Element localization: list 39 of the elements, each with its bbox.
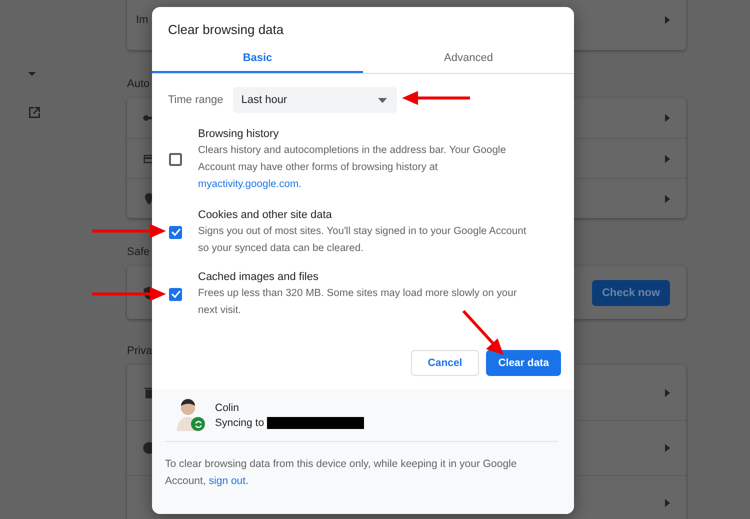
chevron-right-icon <box>665 194 670 202</box>
row-label: Im <box>136 14 148 26</box>
open-in-new-icon <box>28 106 41 119</box>
option-title: Browsing history <box>198 127 280 142</box>
dialog-title: Clear browsing data <box>167 21 285 39</box>
sign-out-link[interactable]: sign out <box>208 475 246 487</box>
chevron-right-icon <box>665 16 670 24</box>
time-range-label: Time range <box>168 94 224 106</box>
option-title: Cookies and other site data <box>198 208 333 223</box>
cancel-button[interactable]: Cancel <box>410 350 480 376</box>
section-heading: Safe <box>127 246 150 258</box>
option-title: Cached images and files <box>198 270 320 285</box>
chevron-right-icon <box>665 499 670 507</box>
option-description: Signs you out of most sites. You'll stay signed in to your Google Account so your synced data can be cleared. <box>198 225 528 256</box>
check-now-button[interactable]: Check now <box>592 280 670 306</box>
caret-down-icon <box>378 98 388 102</box>
tab[interactable]: Basic <box>152 45 363 73</box>
chevron-right-icon <box>665 444 670 452</box>
section-heading: Auto <box>127 78 150 90</box>
option-description: Frees up less than 320 MB. Some sites may load more slowly on your next visit. <box>198 287 518 318</box>
option-description: Clears history and autocompletions in the address bar. Your Google Account may have other forms of browsing history at myactivity.google.com. <box>198 144 507 192</box>
sign-out-note: To clear browsing data from this device only, while keeping it in your Google Account, sign out. <box>165 457 518 489</box>
checkbox[interactable] <box>169 226 182 238</box>
chevron-right-icon <box>665 114 670 122</box>
time-range-dropdown[interactable]: Last hour <box>233 87 398 113</box>
chevron-right-icon <box>665 388 670 396</box>
sync-status: Syncing to <box>215 416 264 428</box>
activity-link[interactable]: myactivity.google.com. <box>198 179 302 190</box>
section-heading: Priva <box>127 345 152 357</box>
sync-badge-icon <box>191 417 205 431</box>
account-name: Colin <box>215 402 240 414</box>
tab[interactable]: Advanced <box>363 45 574 73</box>
checkbox[interactable] <box>169 288 182 300</box>
chevron-right-icon <box>665 154 670 162</box>
annotation-arrow <box>460 309 506 356</box>
annotation-arrow <box>402 91 472 105</box>
checkbox[interactable] <box>169 153 182 166</box>
clear-data-button[interactable]: Clear data <box>486 350 561 376</box>
caret-down-icon <box>28 72 36 76</box>
